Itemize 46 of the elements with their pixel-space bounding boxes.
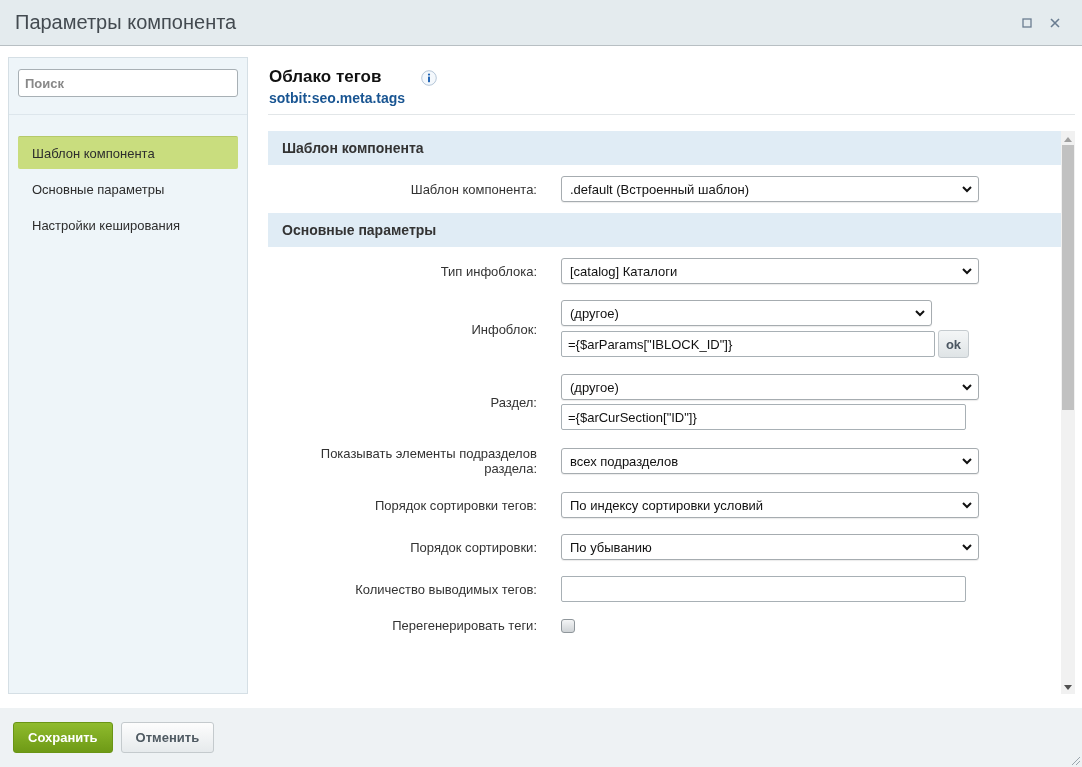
field-label: Порядок сортировки тегов: (373, 497, 538, 513)
dropdown[interactable]: всех подразделов (561, 448, 979, 474)
caret-icon (962, 457, 972, 465)
field-label: Количество выводимых тегов: (354, 581, 538, 597)
input-field[interactable]: ={$arParams["IBLOCK_ID"]} (561, 331, 935, 357)
resize-grip-icon[interactable] (1070, 755, 1080, 765)
component-code: sotbit:seo.meta.tags (269, 90, 406, 106)
section-header: Основные параметры (268, 213, 1061, 247)
info-icon[interactable] (421, 70, 438, 86)
field-label: Порядок сортировки: (409, 539, 538, 555)
dropdown[interactable]: (другое) (561, 300, 932, 326)
scrollbar[interactable] (1061, 131, 1075, 694)
caret-icon (962, 501, 972, 509)
input-field[interactable]: ={$arCurSection["ID"]} (561, 404, 966, 430)
maximize-icon[interactable] (1022, 17, 1032, 28)
dropdown[interactable]: (другое) (561, 374, 979, 400)
field-label: Инфоблок: (470, 321, 538, 337)
sidebar-item[interactable]: Основные параметры (18, 173, 238, 205)
dropdown[interactable]: По индексу сортировки условий (561, 492, 979, 518)
ok-button[interactable]: ok (938, 330, 969, 358)
search-field[interactable]: Поиск (18, 69, 238, 97)
field-label: Шаблон компонента: (409, 181, 538, 197)
sidebar-item[interactable]: Настройки кеширования (18, 209, 238, 241)
dropdown[interactable]: По убыванию (561, 534, 979, 560)
field-label: Тип инфоблока: (439, 263, 538, 279)
component-title: Облако тегов (269, 67, 383, 87)
dropdown[interactable]: .default (Встроенный шаблон) (561, 176, 979, 202)
field-label: Перегенерировать теги: (391, 618, 538, 633)
scrollbar-thumb[interactable] (1062, 145, 1074, 410)
sidebar-item[interactable]: Шаблон компонента (18, 136, 238, 169)
scroll-up-icon[interactable] (1064, 137, 1072, 142)
input-field[interactable] (561, 576, 966, 602)
section-header: Шаблон компонента (268, 131, 1061, 165)
caret-icon (915, 309, 925, 317)
window-title: Параметры компонента (15, 11, 237, 34)
checkbox[interactable] (561, 618, 575, 633)
scroll-down-icon[interactable] (1064, 685, 1072, 690)
dropdown[interactable]: [catalog] Каталоги (561, 258, 979, 284)
caret-icon (962, 543, 972, 551)
caret-icon (962, 185, 972, 193)
caret-icon (962, 383, 972, 391)
field-label: Показывать элементы подразделов раздела: (319, 446, 538, 476)
close-icon[interactable] (1050, 17, 1060, 28)
caret-icon (962, 267, 972, 275)
field-label: Раздел: (489, 394, 538, 410)
cancel-button[interactable]: Отменить (120, 722, 215, 753)
